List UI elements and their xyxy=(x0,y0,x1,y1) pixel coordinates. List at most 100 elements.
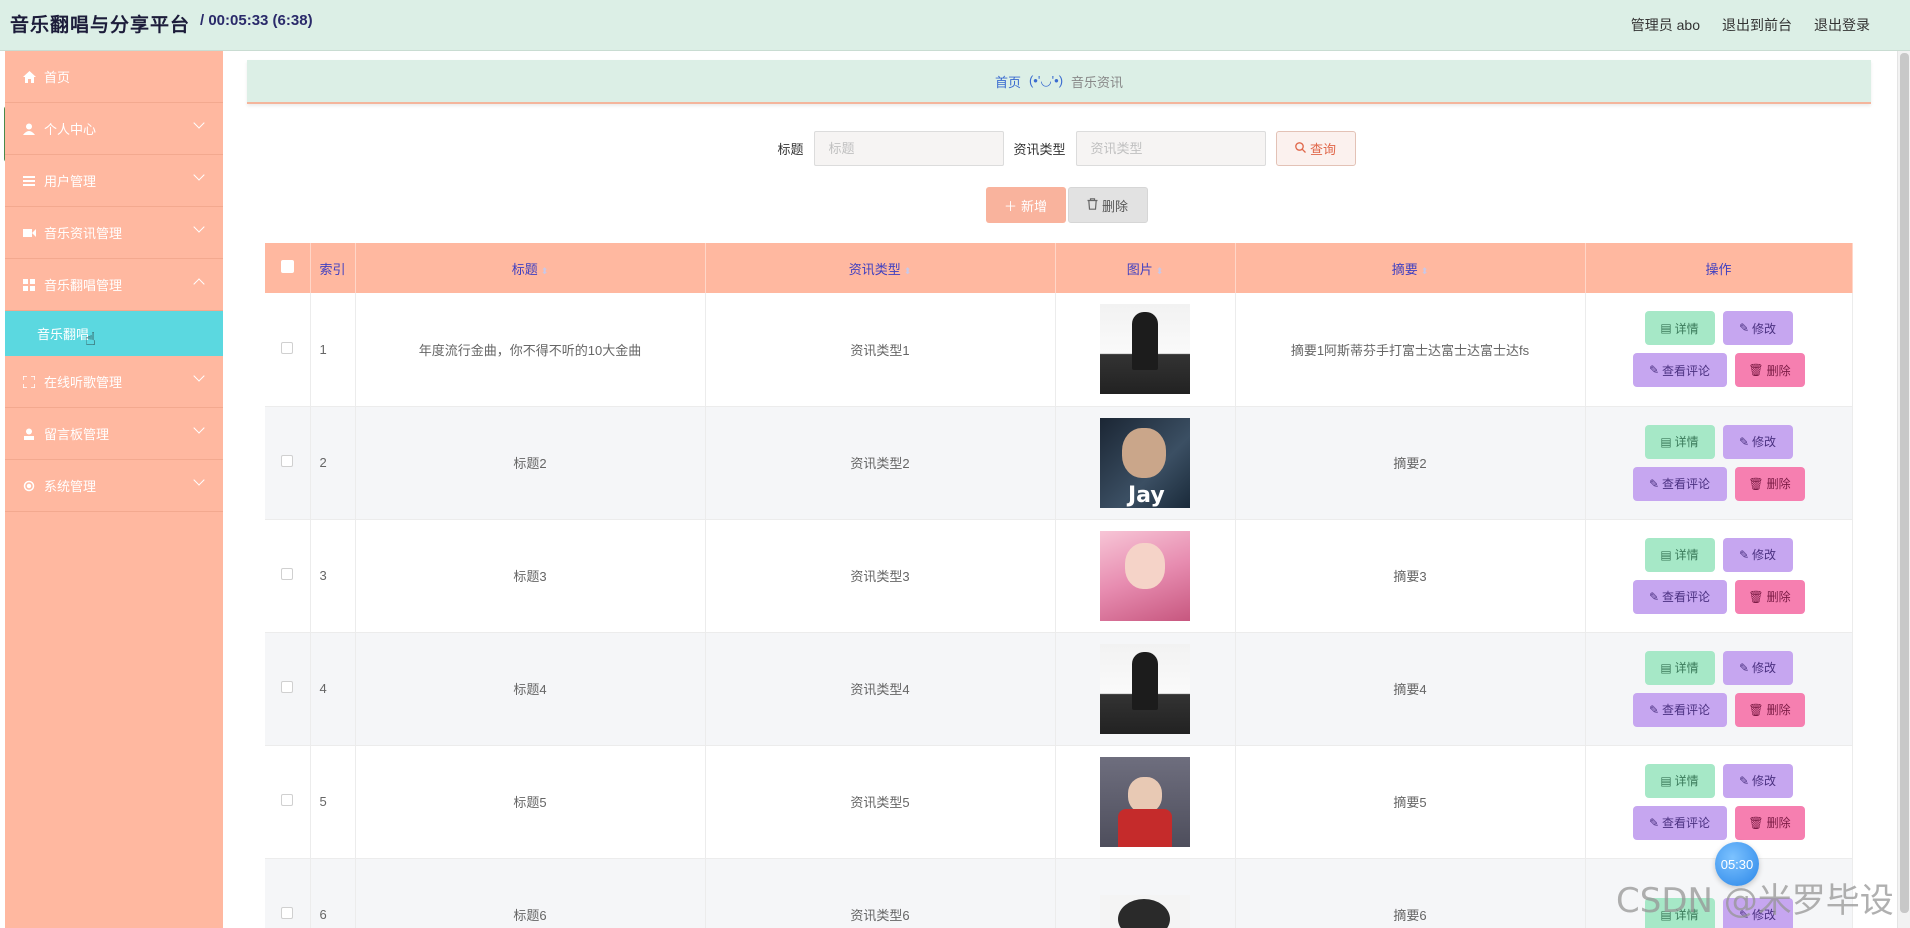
row-checkbox[interactable] xyxy=(281,455,294,467)
sort-icon[interactable]: ⬍ xyxy=(1156,266,1164,276)
column-header-image[interactable]: 图片 ⬍ xyxy=(1055,243,1236,293)
select-all-checkbox[interactable] xyxy=(280,260,294,273)
sidebar-item-music-cover-management[interactable]: 音乐翻唱管理 xyxy=(5,259,223,311)
detail-button[interactable]: ▤ 详情 xyxy=(1644,537,1715,572)
page-scrollbar[interactable] xyxy=(1897,51,1910,928)
edit-button[interactable]: ✎ 修改 xyxy=(1722,650,1793,685)
row-index: 1 xyxy=(310,293,356,407)
row-summary: 摘要4 xyxy=(1235,632,1586,746)
sidebar-item-music-news-management[interactable]: 音乐资讯管理 xyxy=(5,207,223,259)
delete-button-label: 删除 xyxy=(1766,816,1791,830)
row-image-cell xyxy=(1055,406,1236,520)
document-icon: ▤ xyxy=(1660,547,1672,562)
delete-button[interactable]: 🗑 删除 xyxy=(1734,579,1805,614)
grid-icon xyxy=(22,278,36,292)
detail-button-label: 详情 xyxy=(1674,321,1699,336)
detail-button[interactable]: ▤ 详情 xyxy=(1644,650,1715,685)
table-row: 6 标题6 资讯类型6 摘要6 ▤ 详情 ✎ 修改 xyxy=(265,858,1853,928)
sidebar-item-home[interactable]: 首页 xyxy=(5,51,223,103)
scrollbar-thumb[interactable] xyxy=(1900,53,1909,913)
edit-button[interactable]: ✎ 修改 xyxy=(1722,311,1793,346)
column-header-summary[interactable]: 摘要 ⬍ xyxy=(1235,243,1586,293)
edit-button[interactable]: ✎ 修改 xyxy=(1722,763,1793,798)
batch-delete-button[interactable]: 删除 xyxy=(1067,187,1148,223)
row-ops: ▤ 详情 ✎ 修改 ✎ 查看评论 🗑 删除 xyxy=(1585,519,1853,633)
row-checkbox[interactable] xyxy=(281,907,294,919)
row-index: 3 xyxy=(310,519,356,633)
view-comments-button[interactable]: ✎ 查看评论 xyxy=(1632,353,1727,388)
chevron-up-icon xyxy=(193,278,205,290)
edit-button[interactable]: ✎ 修改 xyxy=(1722,424,1793,459)
view-comments-button[interactable]: ✎ 查看评论 xyxy=(1632,466,1727,501)
column-header-index: 索引 xyxy=(310,243,356,293)
detail-button[interactable]: ▤ 详情 xyxy=(1644,763,1715,798)
sidebar-subitem-music-cover[interactable]: 音乐翻唱 ☝ xyxy=(5,311,223,356)
sidebar-item-system-management[interactable]: 系统管理 xyxy=(5,460,223,512)
query-button[interactable]: 查询 xyxy=(1275,131,1356,166)
title-search-input[interactable] xyxy=(813,131,1004,166)
sidebar-item-online-music-management[interactable]: 在线听歌管理 xyxy=(5,356,223,408)
column-header-label: 图片 xyxy=(1126,261,1153,277)
row-select-cell[interactable] xyxy=(265,519,311,633)
hand-cursor-icon: ☝ xyxy=(85,329,96,349)
row-select-cell[interactable] xyxy=(265,293,311,407)
trash-icon: 🗑 xyxy=(1748,476,1764,491)
detail-button[interactable]: ▤ 详情 xyxy=(1644,424,1715,459)
delete-button[interactable]: 🗑 删除 xyxy=(1734,353,1805,388)
select-all-cell[interactable] xyxy=(265,243,311,293)
row-checkbox[interactable] xyxy=(281,341,294,354)
row-select-cell[interactable] xyxy=(265,745,311,859)
type-search-input[interactable] xyxy=(1075,131,1266,166)
row-checkbox[interactable] xyxy=(281,794,294,806)
document-icon: ▤ xyxy=(1660,773,1672,788)
home-icon xyxy=(22,70,36,84)
row-type: 资讯类型3 xyxy=(705,519,1056,633)
row-select-cell[interactable] xyxy=(265,858,311,928)
view-comments-button[interactable]: ✎ 查看评论 xyxy=(1632,579,1727,614)
sort-icon[interactable]: ⬍ xyxy=(1421,266,1429,276)
row-checkbox[interactable] xyxy=(281,568,294,580)
row-summary: 摘要5 xyxy=(1235,745,1586,859)
delete-button[interactable]: 🗑 删除 xyxy=(1734,466,1805,501)
chevron-down-icon xyxy=(193,169,205,181)
row-select-cell[interactable] xyxy=(265,632,311,746)
detail-button[interactable]: ▤ 详情 xyxy=(1644,311,1715,346)
column-header-type[interactable]: 资讯类型 ⬍ xyxy=(705,243,1056,293)
view-comments-label: 查看评论 xyxy=(1662,816,1711,830)
trash-icon: 🗑 xyxy=(1748,589,1764,604)
csdn-watermark: CSDN @米罗毕设 xyxy=(1616,881,1894,921)
document-icon: ▤ xyxy=(1660,321,1672,336)
sort-icon[interactable]: ⬍ xyxy=(904,266,912,276)
sidebar-item-message-board-management[interactable]: 留言板管理 xyxy=(5,408,223,460)
row-index: 5 xyxy=(310,745,356,859)
fullscreen-icon xyxy=(22,375,36,389)
album-cover-image xyxy=(1100,530,1190,621)
row-type: 资讯类型2 xyxy=(705,406,1056,520)
add-button[interactable]: ＋ 新增 xyxy=(985,187,1066,223)
edit-button-label: 修改 xyxy=(1752,321,1777,336)
row-image-cell xyxy=(1055,293,1236,407)
edit-button[interactable]: ✎ 修改 xyxy=(1722,537,1793,572)
sort-icon[interactable]: ⬍ xyxy=(541,266,549,276)
delete-button-label: 删除 xyxy=(1766,703,1791,717)
view-comments-button[interactable]: ✎ 查看评论 xyxy=(1632,692,1727,727)
detail-button-label: 详情 xyxy=(1674,774,1699,788)
sidebar-item-label: 音乐资讯管理 xyxy=(44,226,123,241)
logout-link[interactable]: 退出登录 xyxy=(1814,15,1870,35)
breadcrumb-home[interactable]: 首页 xyxy=(995,72,1021,91)
back-to-front-link[interactable]: 退出到前台 xyxy=(1722,15,1792,35)
sidebar-item-user-management[interactable]: 用户管理 xyxy=(5,155,223,207)
delete-button[interactable]: 🗑 删除 xyxy=(1734,692,1805,727)
delete-button[interactable]: 🗑 删除 xyxy=(1734,805,1805,840)
row-checkbox[interactable] xyxy=(281,681,294,693)
row-ops: ▤ 详情 ✎ 修改 ✎ 查看评论 🗑 删除 xyxy=(1585,632,1853,746)
column-header-title[interactable]: 标题 ⬍ xyxy=(355,243,706,293)
sidebar-item-label: 留言板管理 xyxy=(44,427,110,442)
row-select-cell[interactable] xyxy=(265,406,311,520)
view-comments-button[interactable]: ✎ 查看评论 xyxy=(1632,805,1727,840)
chevron-down-icon xyxy=(193,474,205,486)
add-button-label: 新增 xyxy=(1021,198,1048,214)
type-search-label: 资讯类型 xyxy=(1013,142,1066,157)
sidebar-item-personal-center[interactable]: 个人中心 xyxy=(5,103,223,155)
row-title: 标题5 xyxy=(355,745,706,859)
